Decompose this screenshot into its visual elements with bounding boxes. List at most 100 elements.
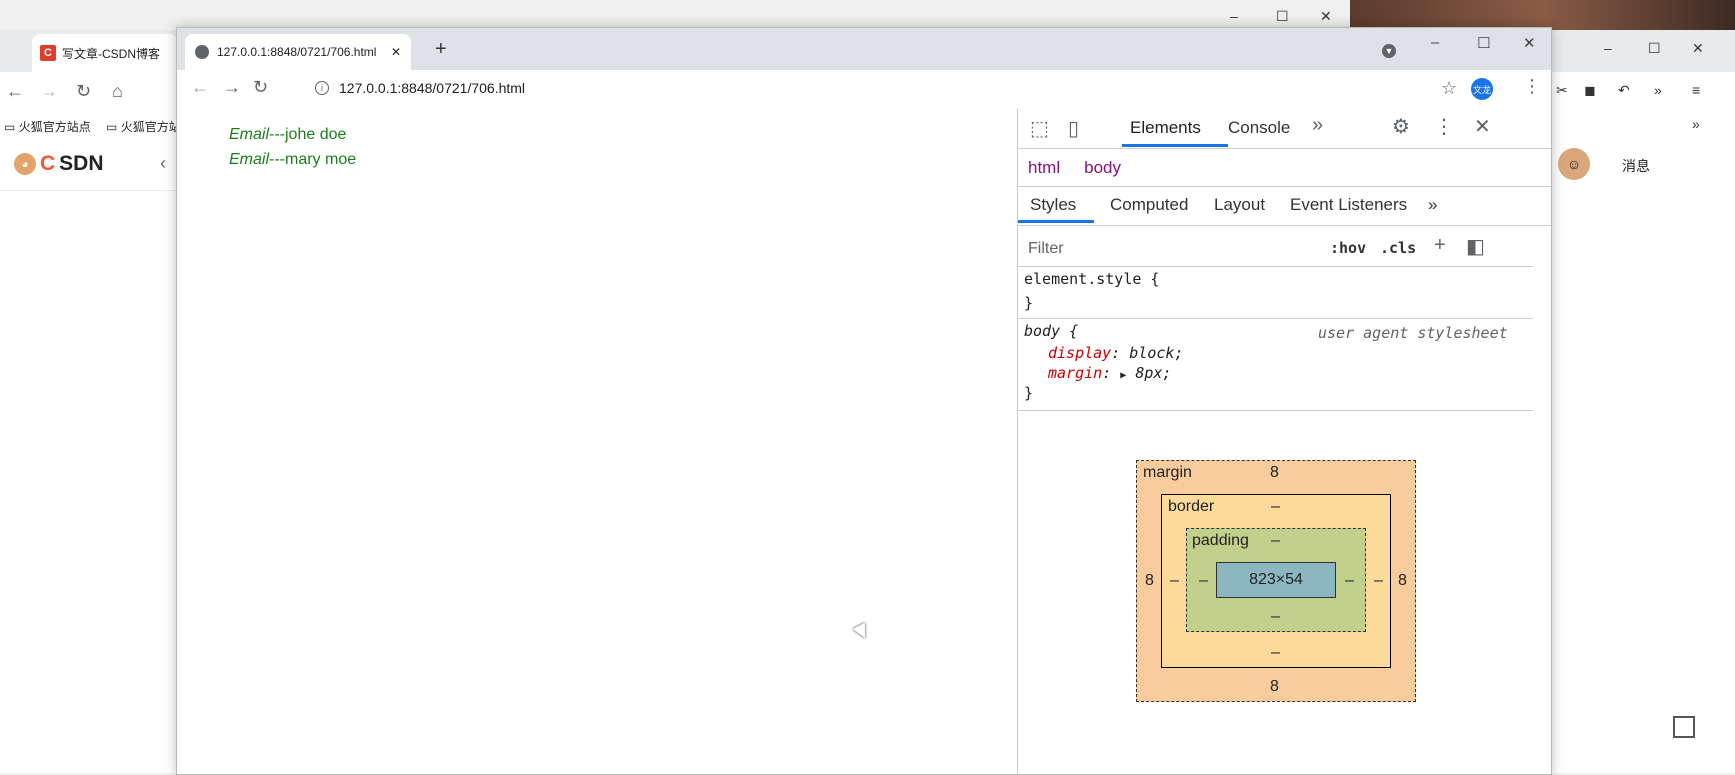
more-options-icon[interactable]: ⋮	[1434, 114, 1454, 139]
new-tab-button[interactable]: +	[435, 38, 447, 61]
body-rule-selector[interactable]: body {	[1024, 322, 1078, 340]
page-viewport: Email---johe doe Email---mary moe	[177, 108, 1017, 774]
styles-subtabs: Styles Computed Layout Event Listeners »	[1018, 186, 1551, 226]
more-tabs-icon[interactable]: »	[1312, 114, 1323, 137]
border-right-value[interactable]: –	[1374, 572, 1383, 590]
tab-706-html[interactable]: 127.0.0.1:8848/0721/706.html ✕	[185, 34, 411, 70]
minimize-icon[interactable]: –	[1604, 40, 1612, 56]
browser-menu-icon[interactable]: ⋮	[1523, 76, 1541, 97]
more-chevron-icon[interactable]: »	[1654, 82, 1662, 98]
close-devtools-icon[interactable]: ✕	[1474, 114, 1491, 139]
address-text: 127.0.0.1:8848/0721/706.html	[339, 80, 526, 96]
padding-bottom-value[interactable]: –	[1271, 608, 1280, 626]
box-model-content[interactable]: 823×54	[1216, 562, 1336, 598]
divider	[1018, 318, 1533, 319]
address-bar[interactable]: i 127.0.0.1:8848/0721/706.html	[315, 80, 525, 96]
bookmark-folder-2[interactable]: ▭ 火狐官方站	[106, 118, 181, 135]
margin-left-value[interactable]: 8	[1145, 572, 1154, 590]
more-subtabs-icon[interactable]: »	[1428, 195, 1437, 215]
chevron-left-icon[interactable]: ‹	[160, 154, 166, 172]
menu-icon[interactable]: ≡	[1692, 82, 1700, 98]
gear-icon[interactable]: ⚙	[1392, 114, 1410, 139]
margin-top-value[interactable]: 8	[1270, 464, 1279, 482]
maximize-icon[interactable]: ☐	[1477, 34, 1490, 52]
background-tab-csdn[interactable]: C 写文章-CSDN博客	[32, 34, 178, 72]
home-icon[interactable]: ⌂	[112, 82, 123, 100]
property-value: 8px;	[1135, 364, 1172, 382]
subtab-computed[interactable]: Computed	[1110, 195, 1188, 215]
bookmarks-overflow-icon[interactable]: »	[1692, 116, 1700, 132]
declaration-margin[interactable]: margin: ▶ 8px;	[1048, 364, 1171, 382]
forward-arrow-icon[interactable]: →	[223, 78, 241, 96]
padding-left-value[interactable]: –	[1199, 572, 1208, 590]
minimize-icon[interactable]: –	[1230, 8, 1238, 24]
padding-right-value[interactable]: –	[1345, 572, 1354, 590]
hov-toggle[interactable]: :hov	[1330, 239, 1366, 257]
avatar[interactable]: ☺	[1558, 148, 1590, 180]
email-line-2: Email---mary moe	[229, 151, 356, 169]
minimize-icon[interactable]: –	[1431, 34, 1439, 51]
toggle-sidebar-icon[interactable]: ◧	[1466, 234, 1485, 259]
margin-label: margin	[1143, 464, 1192, 481]
chat-icon[interactable]: ◼	[1584, 82, 1596, 99]
divider	[1018, 410, 1533, 411]
back-arrow-icon[interactable]: ←	[6, 82, 24, 100]
qr-code-icon[interactable]	[1673, 716, 1695, 738]
margin-bottom-value[interactable]: 8	[1270, 678, 1279, 696]
border-left-value[interactable]: –	[1170, 572, 1179, 590]
tab-elements[interactable]: Elements	[1130, 118, 1201, 138]
email-line-1: Email---johe doe	[229, 126, 346, 144]
extension-icon[interactable]: ✂	[1556, 82, 1568, 99]
border-bottom-value[interactable]: –	[1271, 644, 1280, 662]
csdn-logo[interactable]: ◕ C SDN	[14, 152, 104, 176]
styles-filter-input[interactable]: Filter	[1028, 240, 1064, 258]
property-name: margin	[1048, 364, 1103, 382]
element-style-rule[interactable]: element.style {	[1024, 270, 1159, 288]
bookmark-folder-1[interactable]: ▭ 火狐官方站点	[4, 118, 91, 135]
inspect-element-icon[interactable]: ⬚	[1030, 116, 1049, 141]
reload-icon[interactable]: ↻	[253, 78, 268, 96]
active-tab-indicator	[1122, 144, 1228, 147]
profile-avatar[interactable]: 文龙	[1471, 78, 1493, 100]
border-top-value[interactable]: –	[1271, 498, 1280, 516]
new-style-rule-icon[interactable]: +	[1434, 234, 1446, 257]
tab-search-icon[interactable]: ▼	[1382, 44, 1396, 58]
body-rule-close: }	[1024, 384, 1034, 402]
forward-arrow-icon[interactable]: →	[40, 82, 58, 100]
tab-console[interactable]: Console	[1228, 118, 1290, 138]
padding-top-value[interactable]: –	[1271, 532, 1280, 550]
margin-right-value[interactable]: 8	[1398, 572, 1407, 590]
bookmark-star-icon[interactable]: ☆	[1441, 78, 1457, 99]
close-icon[interactable]: ✕	[1523, 34, 1536, 52]
cls-toggle[interactable]: .cls	[1380, 239, 1416, 257]
reload-icon[interactable]: ↻	[76, 82, 91, 100]
maximize-icon[interactable]: ☐	[1648, 40, 1661, 57]
styles-scrollbar[interactable]	[1536, 226, 1548, 774]
undo-icon[interactable]: ↶	[1618, 82, 1630, 99]
tab-close-icon[interactable]: ✕	[391, 45, 401, 59]
subtab-styles[interactable]: Styles	[1030, 195, 1076, 215]
close-icon[interactable]: ✕	[1320, 8, 1332, 25]
tab-title: 127.0.0.1:8848/0721/706.html	[217, 45, 377, 59]
active-subtab-indicator	[1018, 220, 1094, 223]
desktop-wallpaper	[1350, 0, 1735, 30]
close-icon[interactable]: ✕	[1692, 40, 1704, 57]
expand-triangle-icon[interactable]: ▶	[1120, 370, 1126, 381]
subtab-layout[interactable]: Layout	[1214, 195, 1265, 215]
devtools-panel: ⬚ ▯ Elements Console » ⚙ ⋮ ✕ html body S…	[1017, 108, 1551, 774]
declaration-display[interactable]: display: block;	[1048, 344, 1183, 362]
element-style-close: }	[1024, 294, 1034, 312]
background-titlebar	[0, 0, 1350, 30]
subtab-event-listeners[interactable]: Event Listeners	[1290, 195, 1407, 215]
back-arrow-icon[interactable]: ←	[191, 78, 209, 96]
csdn-favicon-icon: C	[40, 45, 56, 61]
breadcrumb-html[interactable]: html	[1028, 158, 1060, 178]
background-tab-title: 写文章-CSDN博客	[62, 46, 160, 61]
property-name: display	[1048, 344, 1112, 362]
breadcrumb-body[interactable]: body	[1084, 158, 1121, 178]
breadcrumb: html body	[1028, 158, 1121, 178]
device-toggle-icon[interactable]: ▯	[1068, 116, 1079, 141]
site-info-icon[interactable]: i	[315, 81, 329, 95]
maximize-icon[interactable]: ☐	[1276, 8, 1289, 25]
messages-link[interactable]: 消息	[1622, 156, 1650, 176]
